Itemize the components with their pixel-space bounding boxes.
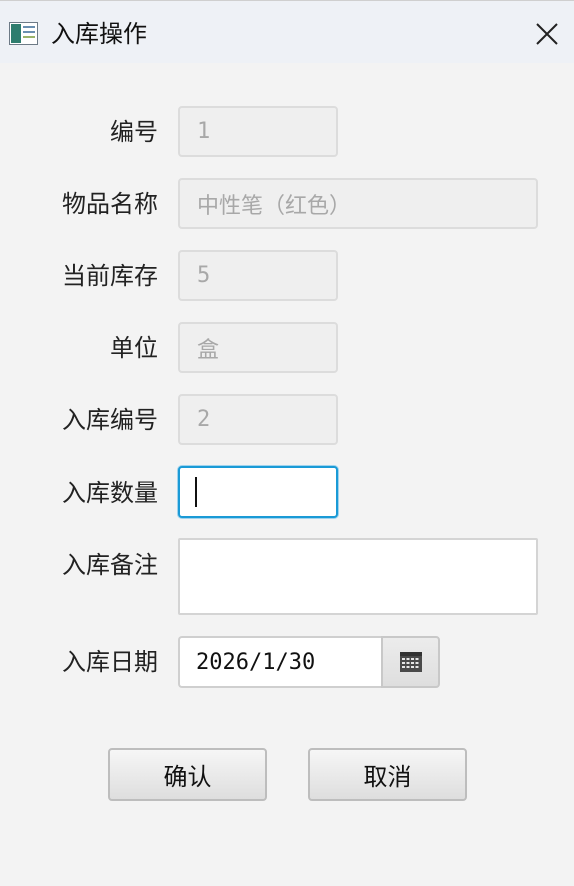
label-id: 编号 bbox=[110, 118, 158, 146]
item-name-field: 中性笔（红色） bbox=[178, 178, 538, 229]
date-value: 2026/1/30 bbox=[196, 649, 316, 675]
title-bar: 入库操作 bbox=[0, 1, 574, 63]
label-quantity: 入库数量 bbox=[62, 479, 158, 507]
stock-in-dialog: 入库操作 编号 1 物品名称 中性笔（红色） 当前库存 5 单位 盒 入库编号 … bbox=[0, 0, 574, 886]
close-button[interactable] bbox=[530, 17, 564, 51]
date-input[interactable]: 2026/1/30 bbox=[178, 636, 382, 688]
window-title: 入库操作 bbox=[51, 20, 147, 48]
label-remark: 入库备注 bbox=[62, 551, 158, 579]
cancel-button[interactable]: 取消 bbox=[308, 748, 467, 801]
label-unit: 单位 bbox=[110, 334, 158, 362]
calendar-icon bbox=[399, 652, 422, 672]
label-item-name: 物品名称 bbox=[62, 190, 158, 218]
app-window-icon bbox=[9, 22, 38, 45]
label-current-stock: 当前库存 bbox=[62, 262, 158, 290]
label-date: 入库日期 bbox=[62, 648, 158, 676]
label-stock-in-id: 入库编号 bbox=[62, 406, 158, 434]
item-name-value: 中性笔（红色） bbox=[197, 193, 352, 219]
date-picker-button[interactable] bbox=[381, 636, 440, 688]
remark-textarea[interactable] bbox=[178, 538, 538, 615]
unit-value: 盒 bbox=[197, 337, 220, 363]
id-field: 1 bbox=[178, 106, 338, 157]
confirm-button[interactable]: 确认 bbox=[108, 748, 267, 801]
stock-in-id-field: 2 bbox=[178, 394, 338, 445]
unit-field: 盒 bbox=[178, 322, 338, 373]
current-stock-value: 5 bbox=[197, 263, 211, 288]
current-stock-field: 5 bbox=[178, 250, 338, 301]
text-caret bbox=[195, 477, 197, 507]
close-icon bbox=[536, 23, 558, 45]
quantity-input[interactable] bbox=[178, 466, 338, 518]
stock-in-id-value: 2 bbox=[197, 407, 211, 432]
id-value: 1 bbox=[197, 119, 211, 144]
